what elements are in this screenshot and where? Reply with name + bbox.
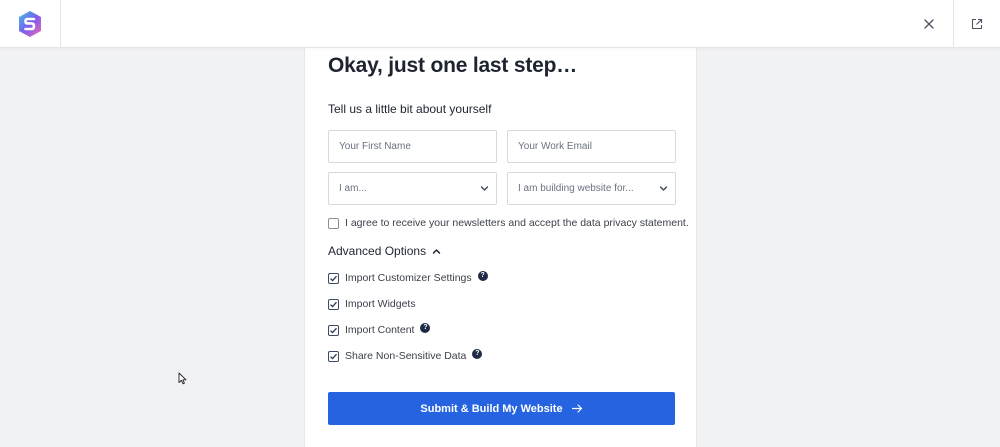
share-data-label: Share Non-Sensitive Data <box>345 350 467 362</box>
work-email-input[interactable] <box>507 130 676 163</box>
chevron-up-icon <box>432 248 441 254</box>
option-row-share-data: Share Non-Sensitive Data ? <box>328 348 483 362</box>
import-customizer-checkbox[interactable] <box>328 272 339 284</box>
option-row-customizer: Import Customizer Settings ? <box>328 270 488 284</box>
help-icon[interactable]: ? <box>420 322 431 333</box>
newsletter-label: I agree to receive your newsletters and … <box>345 217 689 229</box>
chevron-down-icon <box>659 186 668 191</box>
import-widgets-label: Import Widgets <box>345 298 416 310</box>
form-subtitle: Tell us a little bit about yourself <box>328 102 492 116</box>
website-purpose-select[interactable]: I am building website for... <box>507 172 676 205</box>
chevron-down-icon <box>480 186 489 191</box>
import-content-label: Import Content <box>345 324 415 336</box>
checkmark-icon <box>330 275 337 282</box>
checkmark-icon <box>330 301 337 308</box>
close-icon <box>924 19 934 29</box>
newsletter-consent-row: I agree to receive your newsletters and … <box>328 217 689 229</box>
mouse-cursor-icon <box>178 372 187 385</box>
share-data-checkbox[interactable] <box>328 350 339 362</box>
top-bar <box>0 0 1000 48</box>
option-row-content: Import Content ? <box>328 322 431 336</box>
newsletter-checkbox[interactable] <box>328 217 339 229</box>
form-panel: Okay, just one last step… Tell us a litt… <box>304 48 697 447</box>
checkmark-icon <box>330 353 337 360</box>
submit-build-button[interactable]: Submit & Build My Website <box>328 392 675 425</box>
import-content-checkbox[interactable] <box>328 324 339 336</box>
close-button[interactable] <box>914 9 944 39</box>
help-icon[interactable]: ? <box>477 270 488 281</box>
open-external-button[interactable] <box>953 0 1000 48</box>
option-row-widgets: Import Widgets <box>328 298 416 310</box>
page-title: Okay, just one last step… <box>328 54 578 77</box>
help-icon[interactable]: ? <box>472 348 483 359</box>
import-customizer-label: Import Customizer Settings <box>345 272 472 284</box>
role-select-value: I am... <box>339 183 367 194</box>
submit-button-label: Submit & Build My Website <box>420 402 563 415</box>
starter-templates-logo-icon <box>19 11 41 37</box>
advanced-options-label: Advanced Options <box>328 244 427 258</box>
import-widgets-checkbox[interactable] <box>328 298 339 310</box>
purpose-select-value: I am building website for... <box>518 183 634 194</box>
first-name-input[interactable] <box>328 130 497 163</box>
advanced-options-toggle[interactable]: Advanced Options <box>328 244 441 258</box>
checkmark-icon <box>330 327 337 334</box>
arrow-right-icon <box>571 404 582 413</box>
external-link-icon <box>971 18 983 30</box>
logo-cell <box>0 0 61 48</box>
role-select[interactable]: I am... <box>328 172 497 205</box>
